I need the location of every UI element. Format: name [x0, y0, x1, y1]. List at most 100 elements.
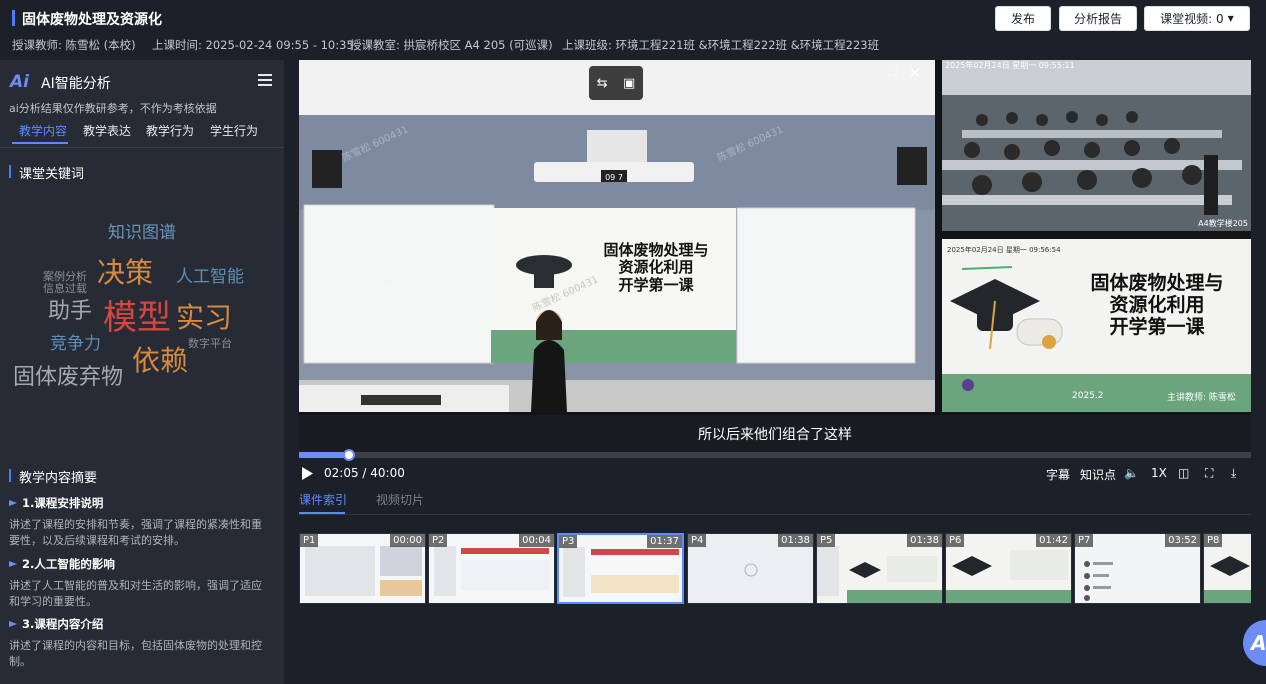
summary-text: 讲述了课程的安排和节奏，强调了课程的紧凑性和重要性，以及后续课程和考试的安排。: [9, 518, 262, 547]
tab-teaching-content[interactable]: 教学内容: [19, 122, 67, 139]
header: 固体废物处理及资源化 授课教师: 陈雪松 (本校) 上课时间: 2025-02-…: [0, 0, 1266, 60]
panel-title: AI智能分析: [41, 76, 111, 92]
ai-analysis-panel: Ai AI智能分析 ai分析结果仅作教研参考，不作为考核依据 教学内容 教学表达…: [0, 60, 284, 684]
keyword: 人工智能: [176, 267, 244, 287]
progress-handle[interactable]: [342, 449, 355, 461]
disclaimer-text: ai分析结果仅作教研参考，不作为考核依据: [9, 102, 217, 115]
camera-label: A4教学楼205: [1198, 219, 1248, 228]
summary-heading: 1.课程安排说明: [22, 496, 104, 510]
keyword: 助手: [48, 299, 93, 324]
summary-heading: 3.课程内容介绍: [22, 617, 104, 631]
summary-item: 3.课程内容介绍 讲述了课程的内容和目标，包括固体废物的处理和控制。: [9, 616, 271, 670]
section-accent: [9, 165, 11, 178]
main-video[interactable]: 09 7 固体废物处理与 资源化利用 开学第一课 ⇆ ▣ ⛶ ✕ 陈雪松 600…: [299, 60, 935, 412]
slide-view[interactable]: 2025年02月24日 星期一 09:56:54 固体废物处理与 资源化利用 开…: [942, 239, 1251, 412]
keyword: 案例分析: [43, 270, 87, 283]
thumb-time: 03:52: [1165, 534, 1200, 547]
classroom-info: 授课教室: 拱宸桥校区 A4 205 (可巡课): [350, 38, 553, 52]
summary-text: 讲述了课程的内容和目标，包括固体废物的处理和控制。: [9, 639, 262, 668]
keyword: 信息过载: [43, 282, 87, 295]
teacher-info: 授课教师: 陈雪松 (本校): [12, 38, 136, 52]
publish-label: 发布: [1010, 12, 1035, 26]
arrow-bullet-icon: [9, 500, 17, 506]
video-label: 课堂视频: 0: [1160, 12, 1224, 26]
progress-bar[interactable]: [299, 449, 1251, 461]
ai-assistant-button[interactable]: Ai: [1243, 620, 1266, 666]
student-camera-view[interactable]: 2025年02月24日 星期一 09:55:11 A4教学楼205: [942, 60, 1251, 231]
tab-teaching-behavior[interactable]: 教学行为: [146, 122, 194, 139]
slide-title-small: 固体废物处理与 资源化利用 开学第一课: [603, 241, 709, 294]
title-accent: [12, 10, 15, 26]
analysis-report-button[interactable]: 分析报告: [1059, 6, 1137, 31]
thumb-page: P6: [946, 534, 965, 547]
caret-down-icon: ▼: [1227, 14, 1234, 23]
download-icon[interactable]: ⤓: [1231, 466, 1236, 481]
slide-thumbnail[interactable]: P1 00:00: [299, 533, 426, 604]
slide-title: 固体废物处理与 资源化利用 开学第一课: [1090, 272, 1224, 338]
summary-text: 讲述了人工智能的普及和对生活的影响，强调了适应和学习的重要性。: [9, 579, 262, 608]
tab-courseware-index[interactable]: 课件索引: [299, 491, 347, 508]
slide-thumbnail[interactable]: P4 01:38: [687, 533, 814, 604]
ai-assistant-label: Ai: [1251, 631, 1266, 655]
layout-icon[interactable]: ◫: [1178, 466, 1189, 480]
keyword: 知识图谱: [108, 223, 176, 243]
subtitle-bar: 所以后来他们组合了这样: [299, 415, 1251, 453]
thumb-time: 01:42: [1036, 534, 1071, 547]
playback-speed-button[interactable]: 1X: [1151, 466, 1167, 480]
keyword: 竞争力: [50, 334, 101, 354]
slide-thumbnail[interactable]: P7 03:52: [1074, 533, 1201, 604]
thumb-page: P2: [429, 534, 448, 547]
subtitles-button[interactable]: 字幕: [1046, 466, 1070, 483]
current-time-value: 02:05: [324, 466, 359, 480]
volume-icon[interactable]: 🔈: [1124, 466, 1139, 480]
thumb-page: P7: [1075, 534, 1094, 547]
picture-in-picture-icon[interactable]: ▣: [623, 76, 635, 91]
active-tab-indicator: [12, 142, 68, 144]
tabs-divider: [299, 514, 1251, 515]
current-time: 02:05 / 40:00: [324, 466, 405, 480]
thumb-page: P4: [688, 534, 707, 547]
tab-student-behavior[interactable]: 学生行为: [210, 122, 258, 139]
student-scene: [942, 60, 1251, 231]
slide-thumbnail[interactable]: P2 00:04: [428, 533, 555, 604]
slide-thumbnail[interactable]: P8: [1203, 533, 1251, 604]
tab-video-clips[interactable]: 视频切片: [376, 491, 424, 508]
play-icon[interactable]: [301, 467, 313, 480]
view-switch-controls: ⇆ ▣: [589, 66, 643, 100]
menu-icon[interactable]: [258, 74, 272, 86]
summary-heading: 2.人工智能的影响: [22, 557, 115, 571]
summary-item: 2.人工智能的影响 讲述了人工智能的普及和对生活的影响，强调了适应和学习的重要性…: [9, 556, 271, 610]
active-tab-indicator: [299, 512, 345, 514]
tab-teaching-expression[interactable]: 教学表达: [83, 122, 131, 139]
thumb-time: 01:38: [907, 534, 942, 547]
class-video-dropdown[interactable]: 课堂视频: 0 ▼: [1144, 6, 1250, 31]
slide-thumbnail-active[interactable]: P3 01:37: [557, 533, 684, 604]
thumb-page: P3: [559, 535, 578, 548]
slide-thumbnail[interactable]: P6 01:42: [945, 533, 1072, 604]
knowledge-points-button[interactable]: 知识点: [1080, 466, 1116, 483]
arrow-bullet-icon: [9, 561, 17, 567]
thumb-page: P1: [300, 534, 319, 547]
thumb-time: 01:38: [778, 534, 813, 547]
slide-thumbnail[interactable]: P5 01:38: [816, 533, 943, 604]
fullscreen-icon[interactable]: ⛶: [1205, 466, 1213, 481]
keyword: 数字平台: [188, 337, 232, 350]
slide-teacher: 主讲教师: 陈雪松: [1167, 393, 1236, 403]
close-icon[interactable]: ✕: [906, 64, 924, 82]
classroom-scene: 09 7: [299, 60, 935, 412]
keyword: 决策: [97, 256, 154, 289]
fullscreen-small-icon[interactable]: ⛶: [884, 66, 902, 82]
swap-view-icon[interactable]: ⇆: [597, 76, 608, 91]
slide-date: 2025.2: [1072, 391, 1104, 401]
player-controls: 02:05 / 40:00 字幕 知识点 🔈 1X ◫ ⛶ ⤓: [299, 462, 1251, 486]
divider: [0, 147, 284, 148]
keyword: 模型: [103, 298, 171, 338]
summary-title: 教学内容摘要: [19, 471, 98, 486]
ai-logo-icon: Ai: [10, 72, 29, 92]
slide-timestamp: 2025年02月24日 星期一 09:56:54: [947, 246, 1061, 254]
thumb-time: 00:00: [390, 534, 425, 547]
subtitle-text: 所以后来他们组合了这样: [698, 427, 852, 443]
publish-button[interactable]: 发布: [995, 6, 1051, 31]
slide-thumbnails: P1 00:00 P2 00:04 P3 01:37 P4 01:38 P5 0…: [299, 533, 1251, 605]
video-player: 09 7 固体废物处理与 资源化利用 开学第一课 ⇆ ▣ ⛶ ✕ 陈雪松 600…: [299, 60, 1251, 415]
